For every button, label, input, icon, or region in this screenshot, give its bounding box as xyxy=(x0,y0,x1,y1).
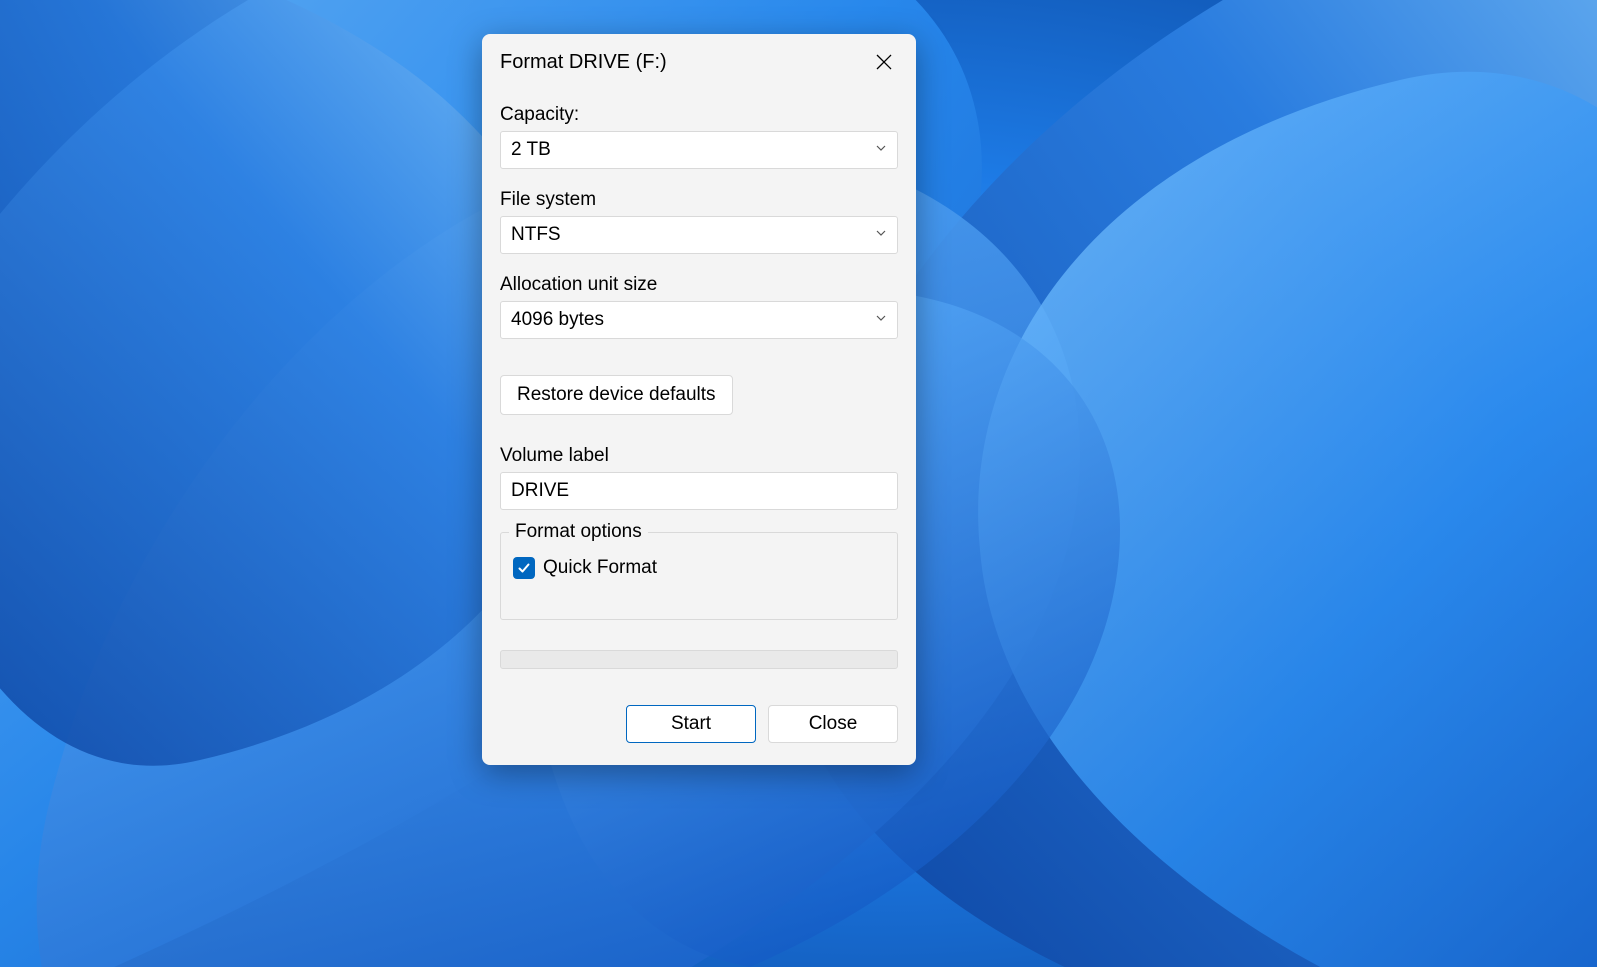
chevron-down-icon xyxy=(875,311,887,329)
filesystem-select[interactable]: NTFS xyxy=(500,216,898,254)
filesystem-label: File system xyxy=(500,189,898,211)
dialog-footer: Start Close xyxy=(482,705,916,743)
close-dialog-button[interactable]: Close xyxy=(768,705,898,743)
progress-bar xyxy=(500,650,898,669)
filesystem-group: File system NTFS xyxy=(500,189,898,254)
volume-label-label: Volume label xyxy=(500,445,898,467)
chevron-down-icon xyxy=(875,141,887,159)
dialog-title: Format DRIVE (F:) xyxy=(500,51,667,74)
capacity-value: 2 TB xyxy=(511,139,551,161)
capacity-label: Capacity: xyxy=(500,104,898,126)
format-dialog: Format DRIVE (F:) Capacity: 2 TB File sy… xyxy=(482,34,916,765)
quick-format-label: Quick Format xyxy=(543,557,657,579)
filesystem-value: NTFS xyxy=(511,224,561,246)
capacity-group: Capacity: 2 TB xyxy=(500,104,898,169)
allocation-label: Allocation unit size xyxy=(500,274,898,296)
chevron-down-icon xyxy=(875,226,887,244)
format-options-fieldset: Format options Quick Format xyxy=(500,532,898,620)
close-icon xyxy=(876,54,892,70)
titlebar: Format DRIVE (F:) xyxy=(482,34,916,86)
allocation-group: Allocation unit size 4096 bytes xyxy=(500,274,898,339)
restore-defaults-button[interactable]: Restore device defaults xyxy=(500,375,733,415)
format-options-legend: Format options xyxy=(509,521,648,543)
allocation-value: 4096 bytes xyxy=(511,309,604,331)
volume-label-group: Volume label xyxy=(500,445,898,510)
volume-label-input[interactable] xyxy=(500,472,898,510)
dialog-content: Capacity: 2 TB File system NTFS Allocati… xyxy=(482,86,916,669)
start-button[interactable]: Start xyxy=(626,705,756,743)
quick-format-checkbox[interactable] xyxy=(513,557,535,579)
allocation-select[interactable]: 4096 bytes xyxy=(500,301,898,339)
quick-format-row: Quick Format xyxy=(513,557,885,579)
check-icon xyxy=(517,561,531,575)
close-button[interactable] xyxy=(870,48,898,76)
capacity-select[interactable]: 2 TB xyxy=(500,131,898,169)
